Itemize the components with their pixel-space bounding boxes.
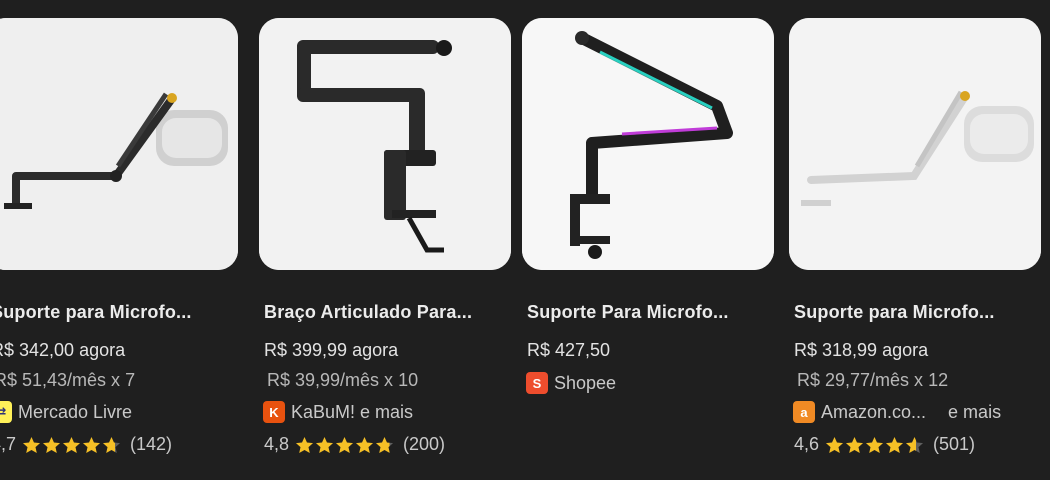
product-card-2[interactable]: Braço Articulado Para... R$ 399,99 agora… [259,0,511,480]
product-card-1[interactable]: Suporte para Microfo... R$ 342,00 agora … [0,0,238,480]
star-icon [296,436,314,453]
product-carousel: Suporte para Microfo... R$ 342,00 agora … [0,0,1050,480]
star-icon [826,436,844,453]
product-title[interactable]: Suporte para Microfo... [794,302,1034,323]
review-count: (142) [130,434,173,454]
star-icon [316,436,334,453]
star-rating [295,436,395,454]
star-icon [63,436,81,453]
rating-value: 4,8 [264,434,290,454]
product-title[interactable]: Suporte Para Microfo... [527,302,767,323]
store-name: Mercado Livre [18,401,133,422]
rating-row: 4,7 (142) [0,434,172,455]
rating-row: 4,8 (200) [264,434,445,455]
mic-arm-rgb-image [522,18,774,270]
star-icon [376,436,394,453]
star-icon [83,436,101,453]
star-icon [356,436,374,453]
store-info: K KaBuM! e mais [263,400,413,424]
rating-value: 4,6 [794,434,820,454]
shopee-logo-icon: S [526,372,548,394]
product-card-4[interactable]: Suporte para Microfo... R$ 318,99 agora … [789,0,1041,480]
star-icon [866,436,884,453]
star-icon [23,436,41,453]
product-price: R$ 427,50 [527,340,611,360]
product-title[interactable]: Suporte para Microfo... [0,302,231,323]
star-icon [43,436,61,453]
product-image-4[interactable] [789,18,1041,270]
product-image-1[interactable] [0,18,238,270]
kabum-logo-icon: K [263,401,285,423]
star-icon [103,436,121,453]
product-card-3[interactable]: Suporte Para Microfo... R$ 427,50 S Shop… [522,0,774,480]
product-price: R$ 342,00 agora [0,340,126,360]
store-name: KaBuM! e mais [291,401,414,422]
mic-arm-articulated-image [259,18,511,270]
review-count: (501) [933,434,976,454]
product-title[interactable]: Braço Articulado Para... [264,302,504,323]
rating-row: 4,6 (501) [794,434,975,455]
store-extra: e mais [948,401,1002,422]
product-price: R$ 399,99 agora [264,340,399,360]
review-count: (200) [403,434,446,454]
store-name: Amazon.co... [821,401,927,422]
store-name: Shopee [554,372,617,393]
mic-arm-black-image [0,18,238,270]
product-image-3[interactable] [522,18,774,270]
product-image-2[interactable] [259,18,511,270]
store-info: S Shopee [526,371,616,395]
star-icon [886,436,904,453]
mercado-livre-logo-icon: ⇄ [0,401,12,423]
star-rating [22,436,122,454]
mic-arm-white-image [789,18,1041,270]
store-info: a Amazon.co... e mais [793,400,1001,424]
star-icon [336,436,354,453]
product-installment: R$ 29,77/mês x 12 [797,370,949,390]
star-rating [825,436,925,454]
product-installment: R$ 39,99/mês x 10 [267,370,419,390]
rating-value: 4,7 [0,434,17,454]
product-price: R$ 318,99 agora [794,340,929,360]
store-info: ⇄ Mercado Livre [0,400,132,424]
star-icon [906,436,924,453]
star-icon [846,436,864,453]
product-installment: R$ 51,43/mês x 7 [0,370,136,390]
amazon-logo-icon: a [793,401,815,423]
